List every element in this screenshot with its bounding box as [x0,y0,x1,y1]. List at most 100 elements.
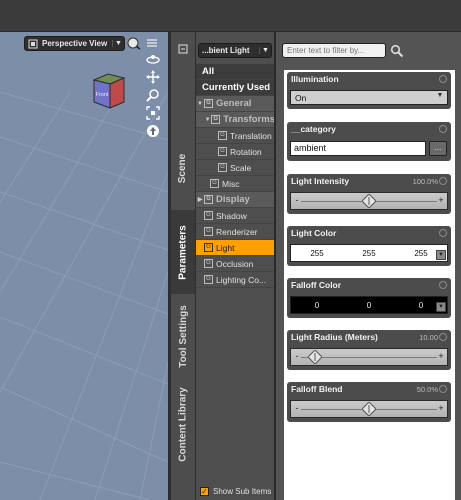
tab-parameters-label: Parameters [177,224,189,280]
increment-button[interactable]: + [436,351,446,361]
category-label: __category [291,124,336,134]
slider-thumb[interactable] [362,402,376,416]
gear-icon[interactable] [439,177,447,185]
category-field[interactable]: ambient [290,141,426,156]
viewport-menu-icon[interactable] [145,36,159,50]
properties-panel: Illumination On ▼ __category ambient ...… [274,32,461,500]
search-icon[interactable] [390,44,404,58]
tree-item-display[interactable]: ▶ G Display [196,192,275,208]
tree-item-label: All [202,66,215,77]
gear-icon[interactable] [439,385,447,393]
color-picker-icon[interactable]: ▼ [436,250,446,260]
increment-button[interactable]: + [436,403,446,413]
tree-item-transforms[interactable]: ▼ G Transforms [196,112,275,128]
tree-item-label: Occlusion [216,258,254,269]
category-browse-button[interactable]: ... [429,141,447,156]
light-intensity-value: 100.0% [412,176,438,186]
pan-icon[interactable] [146,70,160,84]
light-color-swatch[interactable]: 255 255 255 ▼ [290,244,448,262]
tab-scene[interactable]: Scene [171,132,195,204]
filter-input[interactable] [282,43,386,58]
chevron-down-icon: ▼ [259,47,271,54]
illumination-select[interactable]: On ▼ [290,90,448,105]
view-cube-label: Front [96,92,109,98]
color-picker-icon[interactable]: ▼ [436,302,446,312]
zoom-icon[interactable] [146,88,160,102]
expand-arrow-icon[interactable]: ▼ [196,101,204,107]
light-color-label: Light Color [291,228,337,238]
expand-arrow-icon[interactable]: ▼ [204,117,211,123]
falloff-color-property: Falloff Color 0 0 0 ▼ [287,278,451,318]
gear-icon[interactable] [439,229,447,237]
camera-icon [27,38,39,50]
view-cube[interactable]: Front [88,70,130,114]
tree-item-all[interactable]: All [196,64,275,80]
tab-scene-label: Scene [177,153,189,183]
frame-icon[interactable] [146,106,160,120]
falloff-color-label: Falloff Color [291,280,342,290]
top-toolbar [0,0,461,32]
group-icon: G [204,195,213,204]
reset-view-icon[interactable] [146,124,160,138]
tree-item-label: Renderizer [216,226,258,237]
group-icon: G [204,243,213,252]
tree-item-renderizer[interactable]: G Renderizer [196,224,275,240]
tab-content-library[interactable]: Content Library [171,378,195,470]
light-radius-slider[interactable]: - + [290,348,448,366]
tree-item-general[interactable]: ▼ G General [196,96,275,112]
gear-icon[interactable] [439,125,447,133]
expand-arrow-icon[interactable]: ▶ [196,196,204,203]
tree-item-light[interactable]: G Light [196,240,275,256]
chevron-down-icon: ▼ [436,92,444,99]
tree-item-lighting-controls[interactable]: G Lighting Co... [196,272,275,288]
slider-thumb[interactable] [362,194,376,208]
group-icon: G [204,275,213,284]
gear-icon[interactable] [439,333,447,341]
color-red-value: 0 [314,300,320,310]
group-icon: G [218,147,227,156]
decrement-button[interactable]: - [292,351,302,361]
falloff-blend-property: Falloff Blend 50.0% - + [287,382,451,422]
group-icon: G [218,131,227,140]
tab-content-library-label: Content Library [177,386,189,462]
falloff-color-swatch[interactable]: 0 0 0 ▼ [290,296,448,314]
tree-item-scale[interactable]: G Scale [196,160,275,176]
illumination-property: Illumination On ▼ [287,72,451,109]
orbit-icon[interactable] [146,52,160,66]
tree-item-misc[interactable]: G Misc [196,176,275,192]
tree-item-label: Light [216,242,235,253]
tree-item-label: Transforms [223,114,275,125]
view-select-label: Perspective View [42,39,108,48]
group-icon: G [204,227,213,236]
property-group-tree: All Currently Used ▼ G General ▼ G Transform… [196,64,275,288]
decrement-button[interactable]: - [292,195,302,205]
tree-item-label: Lighting Co... [216,274,267,285]
tree-item-label: Rotation [230,146,262,157]
node-select[interactable]: ...bient Light ▼ [198,43,272,58]
viewport[interactable]: Perspective View ▼ Front [0,32,168,500]
side-tab-bar: Scene Parameters Tool Settings Content L… [168,32,195,500]
light-intensity-slider[interactable]: - + [290,192,448,210]
show-sub-items-checkbox[interactable]: ✓ Show Sub Items [200,487,271,496]
falloff-blend-slider[interactable]: - + [290,400,448,418]
category-property: __category ambient ... [287,122,451,161]
tree-item-occlusion[interactable]: G Occlusion [196,256,275,272]
pane-options-icon[interactable] [171,42,195,56]
tab-parameters[interactable]: Parameters [171,210,195,294]
illumination-label: Illumination [291,74,339,84]
tree-item-rotation[interactable]: G Rotation [196,144,275,160]
tree-item-shadow[interactable]: G Shadow [196,208,275,224]
chevron-down-icon: ▼ [112,40,124,47]
decrement-button[interactable]: - [292,403,302,413]
draw-style-icon[interactable] [127,36,141,50]
gear-icon[interactable] [439,281,447,289]
tree-item-translation[interactable]: G Translation [196,128,275,144]
tree-item-label: Currently Used [202,82,271,93]
increment-button[interactable]: + [436,195,446,205]
view-select[interactable]: Perspective View ▼ [24,36,125,51]
checkmark-icon: ✓ [200,487,209,496]
tab-tool-settings[interactable]: Tool Settings [171,294,195,378]
tree-item-currently-used[interactable]: Currently Used [196,80,275,96]
gear-icon[interactable] [439,75,447,83]
slider-thumb[interactable] [307,350,322,364]
